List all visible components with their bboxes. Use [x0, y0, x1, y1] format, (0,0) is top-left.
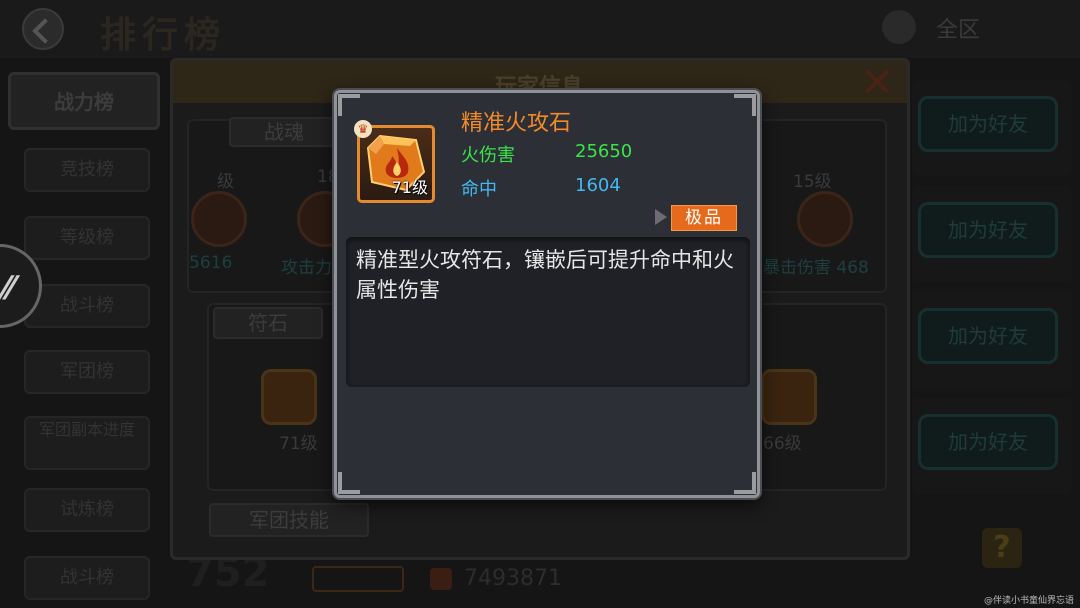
power-icon	[430, 568, 452, 590]
side-tab-battle[interactable]: 战斗榜	[24, 284, 150, 328]
help-icon[interactable]: ?	[982, 528, 1022, 568]
stat-fire-damage-label: 火伤害	[461, 145, 515, 166]
side-tab-level[interactable]: 等级榜	[24, 216, 150, 260]
soul-stat-attack: 攻击力	[281, 258, 332, 278]
add-friend-button[interactable]: 加为好友	[918, 96, 1058, 152]
frame-corner	[732, 94, 756, 118]
close-icon[interactable]: ✕	[857, 63, 897, 103]
side-tab-power[interactable]: 战力榜	[8, 72, 160, 130]
back-button[interactable]	[22, 8, 64, 50]
server-label[interactable]: 全区	[936, 12, 980, 44]
side-tab-arena[interactable]: 竞技榜	[24, 148, 150, 192]
frame-corner	[732, 470, 756, 494]
stat-hit-label: 命中	[461, 179, 497, 200]
legion-skill-label: 军团技能	[209, 503, 369, 537]
description-box: 精准型火攻符石，镶嵌后可提升命中和火属性伤害	[346, 237, 750, 387]
runestone-icon[interactable]	[261, 369, 317, 425]
soul-stat-crit: 暴击伤害 468	[763, 258, 869, 278]
quality-badge: 极品	[671, 205, 737, 231]
frame-corner	[338, 94, 362, 118]
side-tab-legion-dungeon[interactable]: 军团副本进度	[24, 416, 150, 470]
soul-icon[interactable]	[191, 191, 247, 247]
add-friend-button[interactable]: 加为好友	[918, 414, 1058, 470]
item-name: 精准火攻石	[461, 111, 572, 136]
screen-title: 排行榜	[100, 14, 227, 56]
battle-soul-label: 战魂	[229, 117, 339, 147]
add-friend-button[interactable]: 加为好友	[918, 202, 1058, 258]
item-level: 71级	[391, 178, 428, 197]
rune-level-66: 66级	[763, 434, 802, 454]
item-detail-popup: ♛ 71级 精准火攻石 火伤害 25650 命中 1604 极品 精准型火攻符石…	[334, 90, 760, 498]
soul-level-15: 15级	[793, 172, 832, 192]
item-icon-frame: ♛ 71级	[354, 120, 435, 203]
top-bar: 排行榜 全区	[0, 0, 1080, 58]
stat-fire-damage-value: 25650	[575, 141, 633, 162]
server-icon[interactable]	[882, 10, 916, 44]
rune-level-71: 71级	[279, 434, 318, 454]
stat-hit-value: 1604	[575, 175, 621, 196]
floating-assist-icon: ⁄⁄	[3, 269, 14, 307]
soul-level-left: 级	[217, 172, 234, 192]
bottom-badge	[312, 566, 404, 592]
watermark: @伴读小书童仙界忘语	[983, 596, 1074, 606]
item-description: 精准型火攻符石，镶嵌后可提升命中和火属性伤害	[356, 248, 734, 302]
quality-deco-icon	[655, 209, 667, 225]
side-tab-fight[interactable]: 战斗榜	[24, 556, 150, 600]
add-friend-button[interactable]: 加为好友	[918, 308, 1058, 364]
runestone-label: 符石	[213, 307, 323, 339]
side-tab-legion[interactable]: 军团榜	[24, 350, 150, 394]
soul-stat-left: 5616	[189, 253, 233, 273]
side-tab-trial[interactable]: 试炼榜	[24, 488, 150, 532]
frame-corner	[338, 470, 362, 494]
runestone-icon[interactable]	[761, 369, 817, 425]
bottom-power-value: 7493871	[464, 566, 562, 591]
soul-icon[interactable]	[797, 191, 853, 247]
